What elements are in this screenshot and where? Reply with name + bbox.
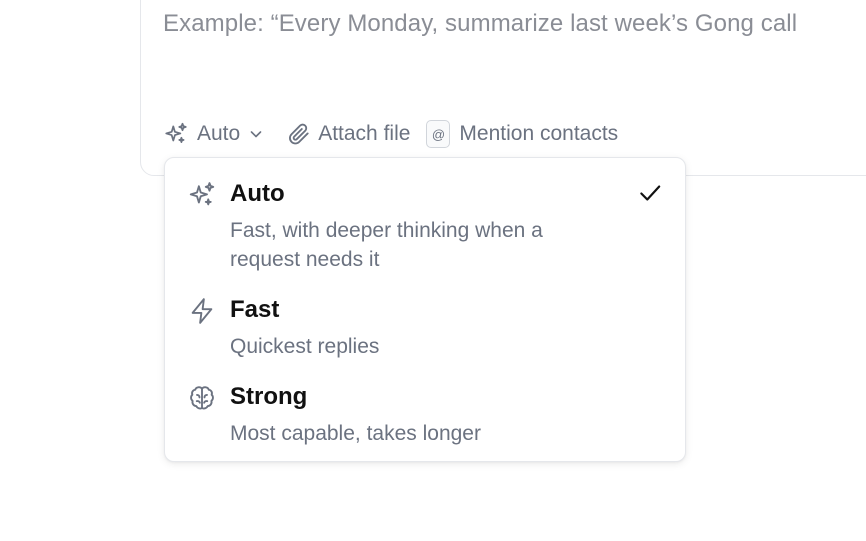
sparkles-icon [163, 121, 189, 147]
model-option-description: Quickest replies [230, 335, 380, 358]
checkmark-icon [637, 180, 663, 206]
attach-file-label: Attach file [318, 122, 411, 145]
model-selector-label: Auto [197, 122, 241, 145]
mention-contacts-label: Mention contacts [459, 122, 619, 145]
prompt-input-placeholder[interactable]: Example: “Every Monday, summarize last w… [163, 10, 797, 38]
at-sign-icon: @ [426, 120, 451, 148]
model-option-description: Fast, with deeper thinking when a reques… [230, 219, 543, 271]
sparkles-icon [187, 180, 215, 208]
model-option-title: Fast [230, 296, 280, 323]
model-dropdown-menu: Auto Fast, with deeper thinking when a r… [164, 157, 686, 462]
mention-contacts-button[interactable]: @ Mention contacts [426, 120, 618, 148]
model-selector-button[interactable]: Auto [163, 121, 264, 147]
model-option-strong[interactable]: Strong Most capable, takes longer [165, 383, 685, 445]
brain-icon [187, 383, 215, 411]
attach-file-button[interactable]: Attach file [286, 121, 410, 147]
model-option-description: Most capable, takes longer [230, 422, 481, 445]
model-option-fast[interactable]: Fast Quickest replies [165, 296, 685, 358]
chevron-down-icon [248, 126, 264, 142]
paperclip-icon [286, 121, 312, 147]
lightning-icon [187, 296, 215, 324]
model-option-title: Strong [230, 383, 308, 410]
composer-toolbar: Auto Attach file @ Mention contacts [163, 118, 618, 150]
model-option-auto[interactable]: Auto Fast, with deeper thinking when a r… [165, 180, 685, 271]
model-option-title: Auto [230, 180, 285, 207]
